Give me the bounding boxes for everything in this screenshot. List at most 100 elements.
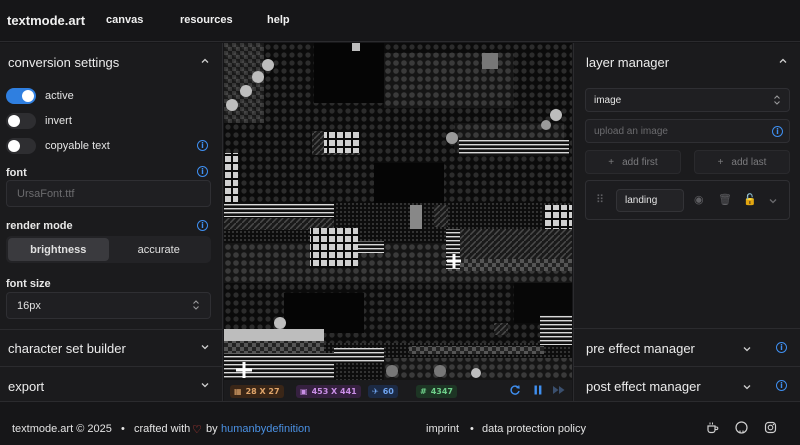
chevron-down-icon [742,342,752,357]
render-mode-label: render mode [6,220,73,232]
font-size-select[interactable]: 16px [6,292,211,319]
select-arrows-icon [773,94,781,109]
resolution-value: 453 X 441 [311,387,357,396]
select-arrows-icon [192,299,200,314]
copyable-info-icon[interactable]: i [197,140,208,151]
eye-icon[interactable]: ◉ [694,193,704,206]
conversion-settings-title: conversion settings [8,54,120,70]
copyable-text-label: copyable text [45,140,110,152]
pre-effect-manager-title: pre effect manager [586,340,695,356]
dot-separator: • [121,423,125,435]
nav-resources[interactable]: resources [180,14,233,26]
grid-size-badge: ▦ 28 X 27 [230,385,284,398]
plus-icon: + [717,156,724,168]
add-first-button[interactable]: + add first [585,150,681,174]
image-icon: ▣ [300,387,308,396]
fps-badge: ✈ 60 [368,385,398,398]
character-set-builder-header[interactable]: character set builder [0,329,222,367]
add-last-button[interactable]: + add last [694,150,790,174]
layer-item: ⠿ landing ◉ 🗑 🔓 [585,180,790,220]
font-label: font [6,167,27,179]
post-effect-manager-title: post effect manager [586,378,701,394]
layer-type-value: image [594,94,622,106]
canvas-status-bar: ▦ 28 X 27 ▣ 453 X 441 ✈ 60 # 4347 [224,380,572,401]
plus-icon: + [608,156,615,168]
fps-value: 60 [382,387,394,396]
chevron-down-icon [742,380,752,395]
chevron-down-icon [200,342,210,352]
chevron-down-icon[interactable] [768,195,778,209]
top-bar: textmode.art canvas resources help [0,0,800,42]
by-text: by [206,423,218,435]
lock-icon[interactable]: 🔓 [743,193,757,206]
drag-handle-icon[interactable]: ⠿ [596,193,604,206]
fps-icon: ✈ [372,387,379,396]
author-link[interactable]: humanbydefinition [221,423,310,435]
chevron-down-icon [200,380,210,390]
font-input[interactable]: UrsaFont.ttf [6,180,211,207]
left-panel: conversion settings active invert copyab… [0,43,223,401]
chars-value: 4347 [430,387,453,396]
font-size-value: 16px [17,299,41,312]
layer-name-value: landing [625,195,658,206]
nav-help[interactable]: help [267,14,290,26]
font-info-icon[interactable]: i [197,166,208,177]
export-header[interactable]: export [0,367,222,405]
invert-label: invert [45,115,72,127]
invert-toggle[interactable] [6,113,36,129]
imprint-link[interactable]: imprint [426,423,459,435]
toggle-active-row: active [6,87,74,105]
github-icon[interactable] [735,421,748,437]
toggle-invert-row: invert [6,112,72,130]
grid-icon: ▦ [234,387,242,396]
layer-manager-header[interactable]: layer manager [574,43,800,81]
render-mode-brightness[interactable]: brightness [8,238,109,261]
ascii-canvas[interactable] [224,43,572,380]
font-placeholder: UrsaFont.ttf [17,187,75,200]
add-first-label: add first [622,156,658,168]
copyable-text-toggle[interactable] [6,138,36,154]
chars-badge: # 4347 [416,385,457,398]
pause-icon[interactable] [533,384,543,399]
chevron-up-icon [778,56,788,66]
layer-type-select[interactable]: image [585,88,790,112]
layer-name-input[interactable]: landing [616,189,684,212]
heart-icon: ♡ [192,424,202,436]
render-mode-info-icon[interactable]: i [197,220,208,231]
upload-image-input[interactable]: upload an image i [585,119,790,143]
export-title: export [8,378,45,394]
chevron-up-icon [200,56,210,66]
toggle-copyable-row: copyable text [6,137,110,155]
render-mode-accurate[interactable]: accurate [109,238,210,261]
coffee-icon[interactable] [706,421,719,437]
post-effect-info-icon[interactable]: i [776,380,787,391]
character-set-builder-title: character set builder [8,340,126,356]
grid-size-value: 28 X 27 [245,387,280,396]
font-size-label: font size [6,278,51,290]
footer: textmode.art © 2025 • crafted with ♡ by … [0,401,800,445]
layer-manager-title: layer manager [586,54,670,70]
ascii-art-render [224,43,572,380]
dot-separator: • [470,423,474,435]
pre-effect-manager-header[interactable]: pre effect manager i [574,329,800,367]
upload-placeholder: upload an image [594,125,668,137]
instagram-icon[interactable] [764,421,777,437]
copyright: textmode.art © 2025 [12,423,112,435]
post-effect-manager-header[interactable]: post effect manager i [574,367,800,405]
trash-icon[interactable]: 🗑 [718,193,732,206]
conversion-settings-header[interactable]: conversion settings [0,43,222,81]
chars-icon: # [420,387,427,396]
active-label: active [45,90,74,102]
fast-forward-icon[interactable] [552,384,566,399]
active-toggle[interactable] [6,88,36,104]
resolution-badge: ▣ 453 X 441 [296,385,361,398]
refresh-icon[interactable] [509,384,521,399]
add-last-label: add last [731,156,767,168]
render-mode-segmented: brightness accurate [6,236,211,263]
brand-logo[interactable]: textmode.art [7,13,85,28]
upload-info-icon[interactable]: i [772,126,783,137]
crafted-with: crafted with [134,423,191,435]
privacy-link[interactable]: data protection policy [482,423,586,435]
nav-canvas[interactable]: canvas [106,14,143,26]
pre-effect-info-icon[interactable]: i [776,342,787,353]
